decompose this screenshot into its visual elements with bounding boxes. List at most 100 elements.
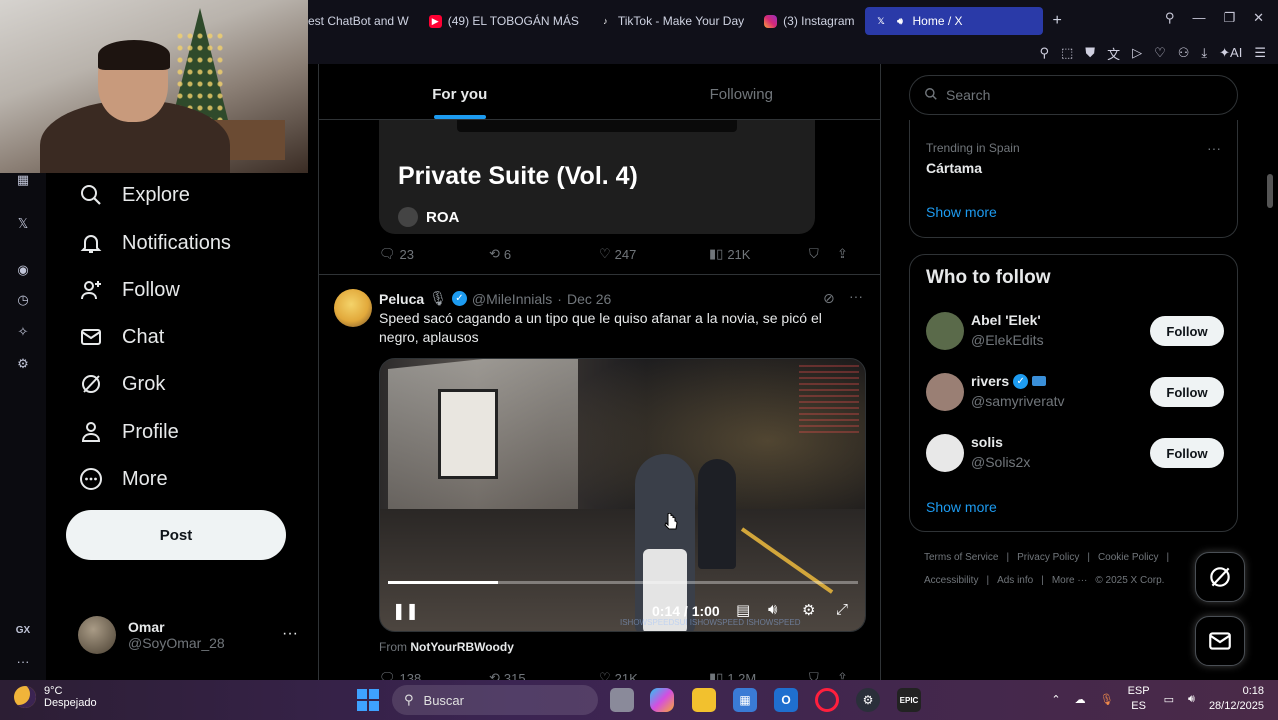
steam-icon[interactable]: ⚙ <box>856 688 880 712</box>
share-icon[interactable]: ⇪ <box>837 670 848 680</box>
network-icon[interactable]: ▭ <box>1164 693 1174 706</box>
nav-more[interactable]: More <box>78 466 168 492</box>
tab-for-you[interactable]: For you <box>319 64 601 119</box>
player-icon[interactable]: ◉ <box>14 262 32 280</box>
grok-icon[interactable]: ⊘ <box>823 290 835 307</box>
taskbar-search[interactable]: ⚲ Buscar <box>392 685 598 715</box>
footer-link[interactable]: More ··· <box>1052 575 1088 586</box>
scrollbar-thumb[interactable] <box>1267 174 1273 208</box>
bookmark-icon[interactable]: ⛉ <box>809 670 837 680</box>
clock[interactable]: 0:18 28/12/2025 <box>1209 684 1264 714</box>
opera-gx-icon[interactable] <box>815 688 839 712</box>
source-user-link[interactable]: NotYourRBWoody <box>410 640 514 654</box>
tab-following[interactable]: Following <box>601 64 881 119</box>
fullscreen-icon[interactable]: ⤢ <box>836 601 848 618</box>
show-more-link[interactable]: Show more <box>926 204 997 220</box>
nav-chat[interactable]: Chat <box>78 324 164 350</box>
nav-profile[interactable]: Profile <box>78 419 179 445</box>
settings-icon[interactable]: ⚙ <box>802 601 815 619</box>
footer-link[interactable]: Cookie Policy <box>1098 552 1159 563</box>
volume-icon[interactable]: 🔊︎ <box>768 601 777 618</box>
avatar[interactable] <box>334 289 372 327</box>
captions-icon[interactable]: ▤ <box>736 601 750 619</box>
file-explorer-icon[interactable] <box>692 688 716 712</box>
onedrive-icon[interactable]: ☁ <box>1075 693 1086 706</box>
sidebar-more[interactable]: ··· <box>14 654 32 672</box>
weather-widget[interactable]: 9°C Despejado <box>14 685 97 709</box>
video-player[interactable]: ❚❚ 0:14 / 1:00 ▤ 🔊︎ ⚙ ⤢ ISHOWSPEEDSUI IS… <box>379 358 866 632</box>
show-more-link[interactable]: Show more <box>926 499 997 515</box>
start-button[interactable] <box>357 689 379 711</box>
tab-chatbot[interactable]: est ChatBot and W <box>308 7 419 35</box>
views-button[interactable]: ▮▯ 1.2M <box>709 670 809 680</box>
like-button[interactable]: ♡ 247 <box>599 246 709 262</box>
minimize-icon[interactable]: — <box>1192 10 1205 26</box>
extensions-icon[interactable]: ✧ <box>14 324 32 342</box>
author-handle[interactable]: @MileInnials <box>472 291 552 307</box>
close-icon[interactable]: ✕ <box>1253 10 1264 26</box>
settings-icon[interactable]: ⚙ <box>14 356 32 374</box>
news-icon[interactable]: ▦ <box>14 172 32 190</box>
repost-button[interactable]: ⟲ 6 <box>489 246 599 262</box>
author-name[interactable]: Peluca <box>379 291 424 307</box>
chevron-up-icon[interactable]: ⌃ <box>1051 693 1060 706</box>
language-indicator[interactable]: ESP ES <box>1128 684 1150 714</box>
epic-games-icon[interactable]: EPIC <box>897 688 921 712</box>
nav-grok[interactable]: Grok <box>78 371 165 397</box>
footer-link[interactable]: Privacy Policy <box>1017 552 1079 563</box>
reply-button[interactable]: 🗨︎ 138 <box>379 670 489 680</box>
play-icon[interactable]: ▷ <box>1132 45 1142 61</box>
nav-explore[interactable]: Explore <box>78 182 190 208</box>
repost-button[interactable]: ⟲ 315 <box>489 670 599 680</box>
tab-home-x[interactable]: 𝕏 🔊︎ Home / X <box>864 7 1043 35</box>
task-view-icon[interactable] <box>610 688 634 712</box>
messages-float-button[interactable] <box>1195 616 1245 666</box>
post-button[interactable]: Post <box>66 510 286 560</box>
footer-link[interactable]: Ads info <box>997 575 1033 586</box>
follow-button[interactable]: Follow <box>1150 438 1224 468</box>
download-icon[interactable]: ⤓ <box>1201 45 1207 61</box>
trend-more-button[interactable]: ··· <box>1207 140 1221 156</box>
search-tabs-icon[interactable]: ⚲ <box>1165 10 1175 26</box>
tab-youtube[interactable]: ▶ (49) EL TOBOGÁN MÁS <box>419 7 589 35</box>
microsoft-store-icon[interactable]: ▦ <box>733 688 757 712</box>
new-tab-button[interactable]: + <box>1043 7 1072 35</box>
grok-float-button[interactable] <box>1195 552 1245 602</box>
share-icon[interactable]: ⇪ <box>837 246 848 262</box>
bookmark-icon[interactable]: ⛉ <box>809 246 837 262</box>
video-progress-bar[interactable] <box>388 581 858 584</box>
copilot-icon[interactable] <box>650 688 674 712</box>
ai-button[interactable]: ✦AI <box>1219 45 1242 61</box>
page-scrollbar[interactable] <box>1266 64 1274 680</box>
heart-icon[interactable]: ♡ <box>1154 45 1166 61</box>
translate-icon[interactable]: 文 <box>1107 44 1120 63</box>
music-card[interactable]: Private Suite (Vol. 4) ROA <box>379 120 815 234</box>
follow-button[interactable]: Follow <box>1150 377 1224 407</box>
x-sidebar-icon[interactable]: 𝕏 <box>14 216 32 234</box>
microphone-icon[interactable]: 🎙︎ <box>1100 693 1114 706</box>
gx-label[interactable]: GX <box>14 625 32 643</box>
shield-icon[interactable]: ⛊ <box>1085 45 1095 61</box>
tab-tiktok[interactable]: ♪ TikTok - Make Your Day <box>589 7 754 35</box>
account-icon[interactable]: ⚇ <box>1178 45 1190 61</box>
account-switcher[interactable]: Omar @SoyOmar_28 <box>78 616 225 654</box>
follow-button[interactable]: Follow <box>1150 316 1224 346</box>
outlook-icon[interactable]: O <box>774 688 798 712</box>
footer-link[interactable]: Accessibility <box>924 575 978 586</box>
tweet-date[interactable]: Dec 26 <box>567 291 611 307</box>
trend-name[interactable]: Cártama <box>926 160 982 176</box>
footer-link[interactable]: Terms of Service <box>924 552 998 563</box>
pause-icon[interactable]: ❚❚ <box>392 601 419 621</box>
snapshot-icon[interactable]: ⬚ <box>1061 45 1073 61</box>
reply-button[interactable]: 🗨︎ 23 <box>379 246 489 262</box>
menu-icon[interactable]: ☰ <box>1254 45 1266 61</box>
more-icon[interactable]: ··· <box>849 288 863 304</box>
nav-follow[interactable]: Follow <box>78 277 180 303</box>
volume-icon[interactable]: 🔊︎ <box>1188 693 1195 706</box>
suggestion-row[interactable]: solis @Solis2x Follow <box>926 432 1224 476</box>
like-button[interactable]: ♡ 21K <box>599 670 709 680</box>
account-more-button[interactable]: ··· <box>282 625 298 643</box>
maximize-icon[interactable]: ❐ <box>1223 10 1235 26</box>
tab-instagram[interactable]: (3) Instagram <box>754 7 864 35</box>
suggestion-row[interactable]: Abel 'Elek' @ElekEdits Follow <box>926 310 1224 354</box>
